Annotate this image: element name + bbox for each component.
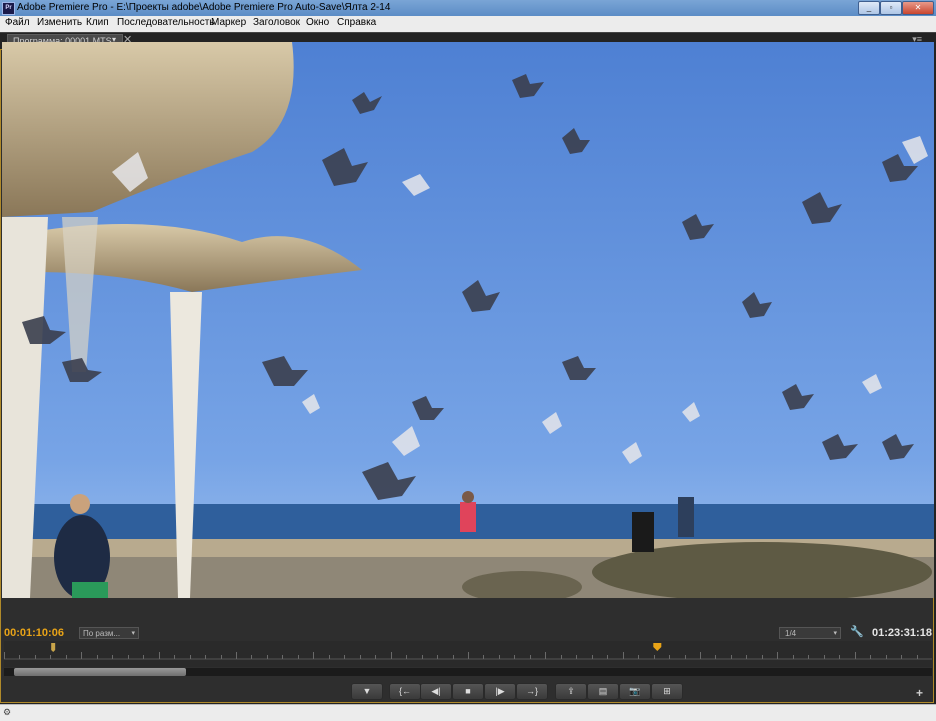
menu-sequence[interactable]: Последовательность — [117, 17, 214, 28]
go-to-in-button[interactable]: {← — [389, 683, 421, 700]
window-title: Adobe Premiere Pro - E:\Проекты adobe\Ad… — [17, 2, 391, 13]
camera-icon: 📷 — [629, 686, 641, 696]
status-bar: ⚙ — [0, 704, 936, 721]
menu-bar: Файл Изменить Клип Последовательность Ма… — [0, 16, 936, 33]
stop-button[interactable]: ■ — [452, 683, 484, 700]
export-frame-button[interactable]: 📷 — [619, 683, 651, 700]
menu-marker[interactable]: Маркер — [211, 17, 246, 28]
extract-button[interactable]: ▤ — [587, 683, 619, 700]
lift-icon: ⇪ — [567, 686, 575, 696]
button-editor-plus-icon[interactable]: + — [916, 686, 923, 700]
maximize-button[interactable]: ▫ — [880, 1, 902, 15]
current-timecode[interactable]: 00:01:10:06 — [4, 627, 64, 639]
transport-controls: ▼ {← ◀| ■ |▶ →} ⇪ ▤ 📷 ⊞ — [0, 682, 934, 702]
go-to-out-icon: →} — [525, 686, 538, 696]
step-back-button[interactable]: ◀| — [420, 683, 452, 700]
zoom-fit-select[interactable]: По разм... ▾ — [79, 627, 139, 639]
duration-timecode: 01:23:31:18 — [872, 627, 932, 639]
status-gear-icon: ⚙ — [3, 707, 12, 717]
time-ruler[interactable] — [4, 641, 932, 667]
video-frame[interactable] — [2, 42, 934, 598]
playback-resolution-value: 1/4 — [785, 629, 797, 638]
menu-help[interactable]: Справка — [337, 17, 376, 28]
zoom-fit-value: По разм... — [83, 629, 121, 638]
close-window-button[interactable]: ✕ — [902, 1, 934, 15]
marker-icon: ▼ — [362, 686, 372, 696]
step-forward-button[interactable]: |▶ — [484, 683, 516, 700]
wrench-icon[interactable]: 🔧 — [850, 625, 864, 638]
zoom-scroll-thumb[interactable] — [14, 668, 186, 676]
window-title-bar: Pr Adobe Premiere Pro - E:\Проекты adobe… — [0, 0, 936, 16]
go-to-out-button[interactable]: →} — [516, 683, 548, 700]
compare-icon: ⊞ — [663, 686, 671, 696]
chevron-down-icon: ▾ — [131, 630, 135, 637]
stop-icon: ■ — [465, 686, 471, 696]
video-frame-image — [2, 42, 934, 598]
minimize-button[interactable]: _ — [858, 1, 880, 15]
lift-button[interactable]: ⇪ — [555, 683, 587, 700]
compare-view-button[interactable]: ⊞ — [651, 683, 683, 700]
zoom-scroll-bar[interactable] — [4, 668, 932, 676]
step-forward-icon: |▶ — [495, 686, 505, 696]
menu-window[interactable]: Окно — [306, 17, 329, 28]
playback-resolution-select[interactable]: 1/4 ▾ — [779, 627, 841, 639]
add-marker-button[interactable]: ▼ — [351, 683, 383, 700]
step-back-icon: ◀| — [431, 686, 441, 696]
go-to-in-icon: {← — [398, 686, 411, 696]
menu-file[interactable]: Файл — [5, 17, 30, 28]
menu-title[interactable]: Заголовок — [253, 17, 300, 28]
extract-icon: ▤ — [598, 686, 608, 696]
menu-clip[interactable]: Клип — [86, 17, 109, 28]
chevron-down-icon: ▾ — [833, 630, 837, 637]
menu-edit[interactable]: Изменить — [37, 17, 82, 28]
premiere-app-icon: Pr — [2, 2, 15, 15]
